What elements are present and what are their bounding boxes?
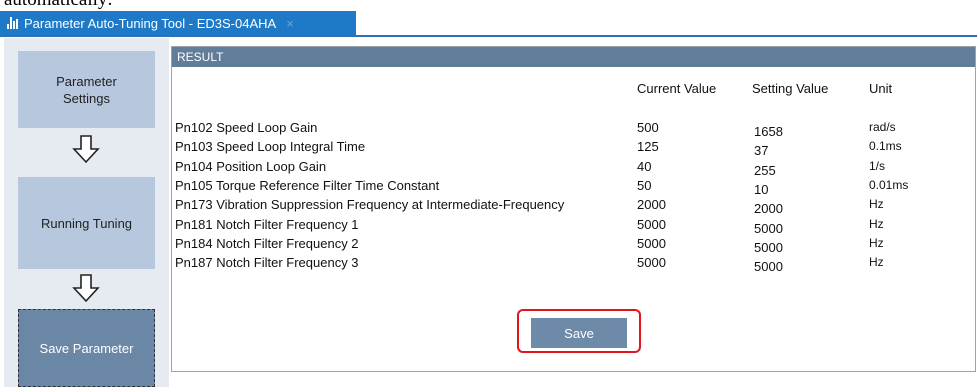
current-value: 5000 — [637, 235, 666, 251]
result-header: RESULT — [172, 47, 975, 67]
column-unit: Unit — [869, 81, 893, 96]
setting-value: 2000 — [754, 201, 783, 217]
param-name: Pn187 Notch Filter Frequency 3 — [175, 255, 359, 271]
result-panel: RESULT Current Value Setting Value Unit … — [171, 46, 976, 372]
column-current-value: Current Value — [637, 81, 717, 96]
param-name: Pn102 Speed Loop Gain — [175, 120, 318, 135]
step-sidebar: Parameter Settings Running Tuning Save P… — [4, 38, 169, 387]
arrow-down-icon — [72, 274, 100, 303]
setting-value: 5000 — [754, 259, 783, 275]
unit-value: 1/s — [869, 158, 886, 173]
window-title: Parameter Auto-Tuning Tool - ED3S-04AHA — [24, 15, 277, 31]
table-row: Pn181 Notch Filter Frequency 1 5000 5000 Hz — [172, 217, 975, 237]
column-setting-value: Setting Value — [752, 81, 829, 96]
param-name: Pn104 Position Loop Gain — [175, 158, 327, 174]
current-value: 40 — [637, 158, 652, 174]
save-button[interactable]: Save — [531, 318, 627, 348]
unit-value: Hz — [869, 197, 884, 212]
current-value: 500 — [637, 120, 659, 135]
table-row: Pn104 Position Loop Gain 40 255 1/s — [172, 159, 975, 179]
param-name: Pn173 Vibration Suppression Frequency at… — [175, 197, 565, 213]
arrow-down-icon — [72, 135, 100, 164]
step-parameter-settings[interactable]: Parameter Settings — [18, 51, 155, 128]
unit-value: Hz — [869, 216, 884, 231]
table-row: Pn173 Vibration Suppression Frequency at… — [172, 197, 975, 217]
setting-value: 5000 — [754, 220, 783, 236]
param-name: Pn105 Torque Reference Filter Time Const… — [175, 177, 440, 193]
setting-value: 255 — [754, 162, 776, 178]
param-name: Pn184 Notch Filter Frequency 2 — [175, 235, 359, 251]
unit-value: Hz — [869, 235, 884, 250]
step-running-tuning[interactable]: Running Tuning — [18, 177, 155, 269]
table-row: Pn102 Speed Loop Gain 500 1658 rad/s — [172, 120, 975, 140]
step-label: Parameter Settings — [56, 73, 117, 106]
current-value: 5000 — [637, 216, 666, 232]
table-row: Pn105 Torque Reference Filter Time Const… — [172, 178, 975, 198]
step-label: Running Tuning — [40, 215, 133, 231]
table-row: Pn184 Notch Filter Frequency 2 5000 5000 Hz — [172, 236, 975, 256]
window-tab[interactable]: Parameter Auto-Tuning Tool - ED3S-04AHA … — [0, 11, 356, 35]
current-value: 5000 — [637, 255, 666, 271]
close-icon[interactable]: × — [286, 16, 294, 31]
setting-value: 1658 — [754, 124, 783, 139]
table-row: Pn187 Notch Filter Frequency 3 5000 5000 Hz — [172, 255, 975, 275]
setting-value: 5000 — [754, 239, 783, 255]
current-value: 2000 — [637, 197, 666, 213]
current-value: 125 — [637, 139, 659, 155]
current-value: 50 — [637, 177, 652, 193]
document-caption: automatically: — [4, 0, 113, 11]
unit-value: Hz — [869, 255, 884, 270]
param-name: Pn181 Notch Filter Frequency 1 — [175, 216, 359, 232]
unit-value: rad/s — [869, 120, 896, 134]
chart-icon — [7, 17, 19, 29]
setting-value: 10 — [754, 181, 769, 197]
unit-value: 0.1ms — [869, 139, 902, 154]
unit-value: 0.01ms — [869, 177, 909, 192]
step-save-parameter[interactable]: Save Parameter — [18, 309, 155, 387]
table-row: Pn103 Speed Loop Integral Time 125 37 0.1ms — [172, 139, 975, 159]
param-name: Pn103 Speed Loop Integral Time — [175, 139, 366, 155]
setting-value: 37 — [754, 143, 769, 159]
step-label: Save Parameter — [39, 340, 134, 356]
